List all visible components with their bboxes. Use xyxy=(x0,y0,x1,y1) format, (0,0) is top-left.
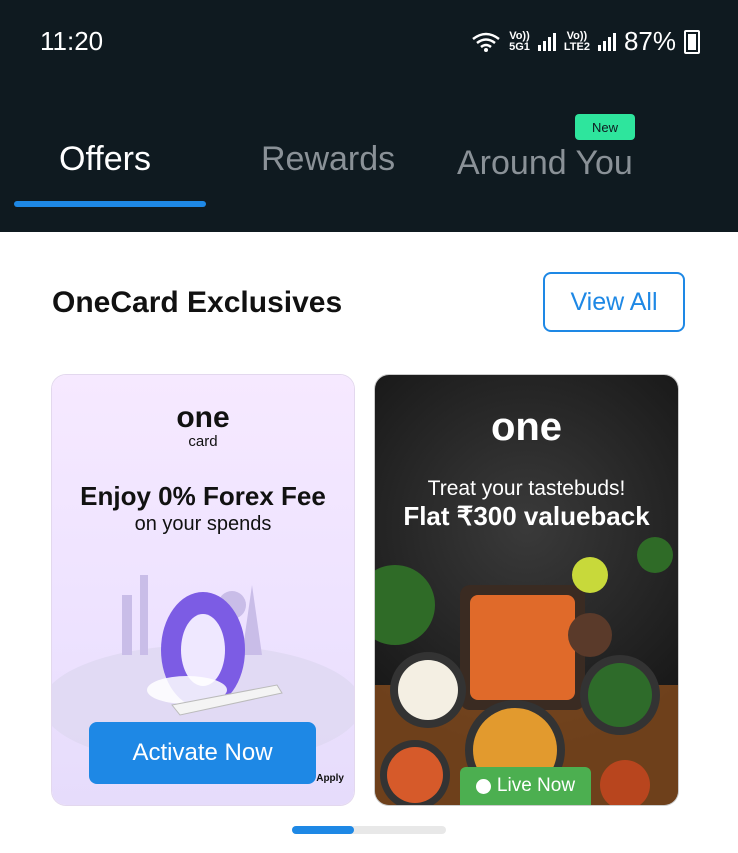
card-headline: Enjoy 0% Forex Fee xyxy=(80,481,326,511)
view-all-button[interactable]: View All xyxy=(543,272,685,332)
carousel-indicator xyxy=(292,826,446,834)
status-time: 11:20 xyxy=(40,26,104,56)
battery-percent: 87% xyxy=(623,26,676,56)
wifi-icon xyxy=(472,32,500,52)
carousel-indicator-active xyxy=(292,826,354,834)
sim1-label: Vo)) 5G1 xyxy=(509,29,530,53)
sim2-label: Vo)) LTE2 xyxy=(563,29,590,53)
card-subline: on your spends xyxy=(134,513,272,535)
tab-around-you[interactable]: Around You xyxy=(457,144,633,183)
onecard-logo: one xyxy=(176,401,230,434)
battery-icon xyxy=(684,29,700,54)
new-badge: New xyxy=(575,114,635,140)
onecard-logo-sub: card xyxy=(188,433,218,450)
section-title: OneCard Exclusives xyxy=(52,286,343,319)
live-dot-icon xyxy=(475,778,491,794)
signal-icon xyxy=(597,32,616,51)
card-line2: Flat ₹300 valueback xyxy=(403,501,650,531)
tab-rewards[interactable]: Rewards xyxy=(261,140,395,179)
activate-now-button[interactable]: Activate Now xyxy=(89,722,316,784)
active-tab-indicator xyxy=(14,201,206,207)
offer-card-forex[interactable]: one card Enjoy 0% Forex Fee on your spen… xyxy=(52,375,354,805)
signal-icon xyxy=(537,32,556,51)
apply-footnote: Apply xyxy=(316,773,344,784)
offer-card-food[interactable]: one Treat your tastebuds! Flat ₹300 valu… xyxy=(375,375,678,805)
live-now-badge: Live Now xyxy=(460,767,591,805)
card-line1: Treat your tastebuds! xyxy=(427,477,626,500)
tab-offers[interactable]: Offers xyxy=(59,140,151,179)
header: 11:20 Vo)) 5G1 Vo)) LTE2 87% Offers Reward… xyxy=(0,0,738,232)
status-icons: Vo)) 5G1 Vo)) LTE2 87% xyxy=(471,26,700,57)
food-illustration xyxy=(375,537,678,805)
one-logo: one xyxy=(490,405,563,449)
